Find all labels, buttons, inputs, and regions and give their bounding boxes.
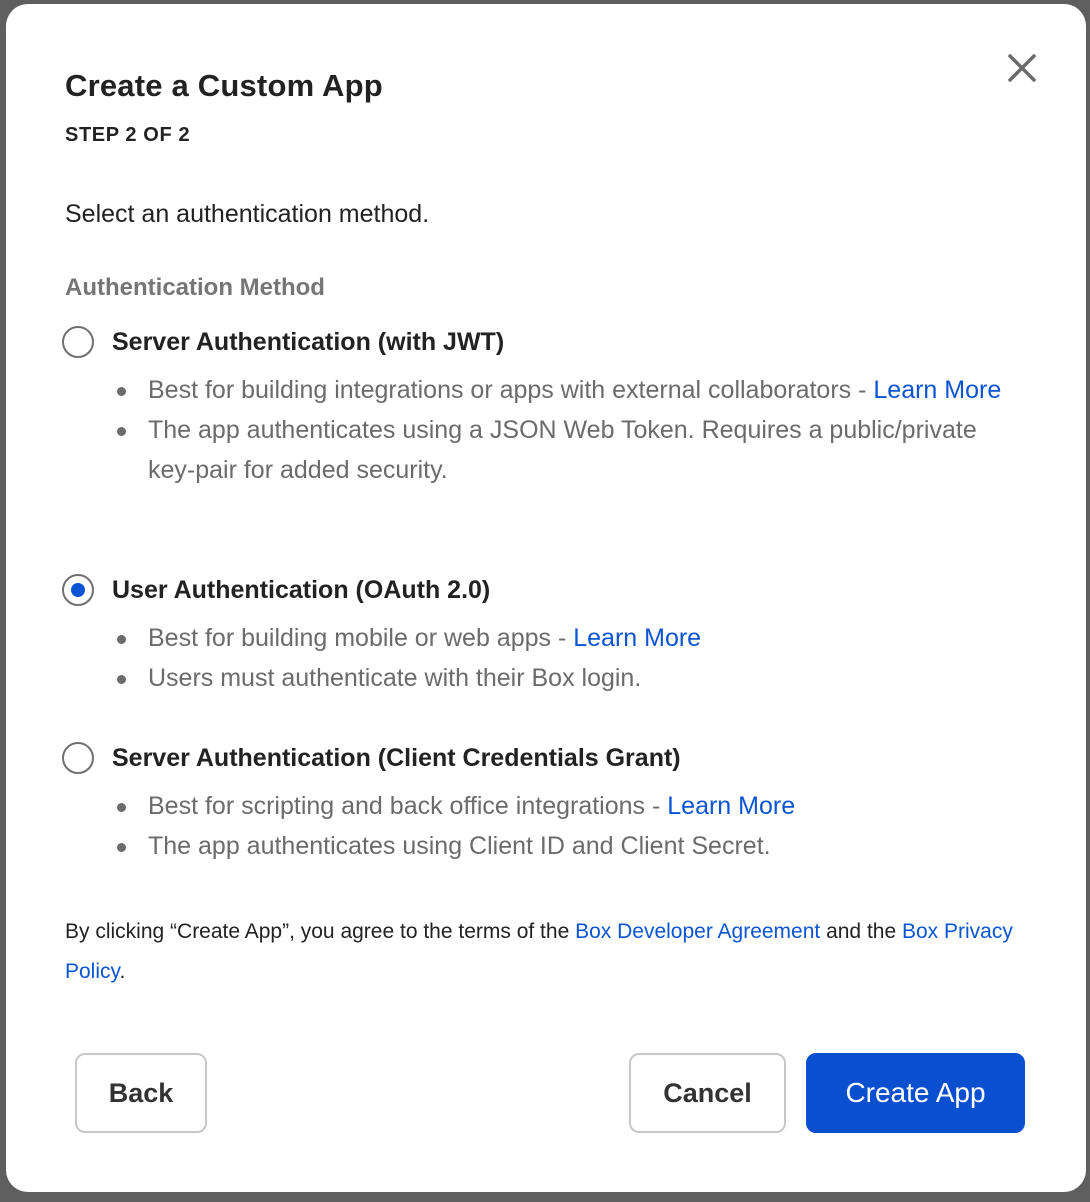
- close-button[interactable]: [1002, 48, 1042, 88]
- list-item: The app authenticates using Client ID an…: [112, 826, 1022, 866]
- instruction-text: Select an authentication method.: [65, 200, 429, 229]
- detail-text: Best for building mobile or web apps -: [148, 624, 573, 652]
- terms-text: By clicking “Create App”, you agree to t…: [65, 920, 575, 943]
- list-item: The app authenticates using a JSON Web T…: [112, 410, 1022, 490]
- option-details: Best for scripting and back office integ…: [112, 786, 1022, 866]
- learn-more-link-ccg[interactable]: Learn More: [667, 792, 795, 820]
- radio-button-ccg[interactable]: [62, 742, 94, 774]
- list-item: Best for building mobile or web apps - L…: [112, 618, 1022, 658]
- radio-option-jwt[interactable]: Server Authentication (with JWT): [62, 322, 1022, 362]
- option-user-auth-oauth: User Authentication (OAuth 2.0) Best for…: [62, 570, 1022, 698]
- developer-agreement-link[interactable]: Box Developer Agreement: [575, 920, 820, 943]
- list-item: Users must authenticate with their Box l…: [112, 658, 1022, 698]
- option-server-auth-jwt: Server Authentication (with JWT) Best fo…: [62, 322, 1022, 490]
- option-details: Best for building integrations or apps w…: [112, 370, 1022, 490]
- learn-more-link-jwt[interactable]: Learn More: [873, 376, 1001, 404]
- close-icon: [1002, 48, 1042, 88]
- option-title: Server Authentication (with JWT): [112, 328, 504, 357]
- terms-notice: By clicking “Create App”, you agree to t…: [65, 912, 1035, 992]
- terms-text: .: [119, 960, 125, 983]
- radio-button-jwt[interactable]: [62, 326, 94, 358]
- back-button[interactable]: Back: [75, 1053, 207, 1133]
- cancel-button[interactable]: Cancel: [629, 1053, 786, 1133]
- create-custom-app-dialog: Create a Custom App STEP 2 OF 2 Select a…: [6, 4, 1086, 1192]
- learn-more-link-oauth[interactable]: Learn More: [573, 624, 701, 652]
- option-details: Best for building mobile or web apps - L…: [112, 618, 1022, 698]
- list-item: Best for building integrations or apps w…: [112, 370, 1022, 410]
- option-title: User Authentication (OAuth 2.0): [112, 576, 490, 605]
- step-indicator: STEP 2 OF 2: [65, 124, 190, 147]
- radio-option-ccg[interactable]: Server Authentication (Client Credential…: [62, 738, 1022, 778]
- create-app-button[interactable]: Create App: [806, 1053, 1025, 1133]
- detail-text: Best for scripting and back office integ…: [148, 792, 667, 820]
- authentication-method-label: Authentication Method: [65, 274, 325, 302]
- dialog-title: Create a Custom App: [65, 68, 383, 104]
- detail-text: Best for building integrations or apps w…: [148, 376, 873, 404]
- terms-text: and the: [820, 920, 902, 943]
- radio-option-oauth[interactable]: User Authentication (OAuth 2.0): [62, 570, 1022, 610]
- option-server-auth-ccg: Server Authentication (Client Credential…: [62, 738, 1022, 866]
- radio-button-oauth[interactable]: [62, 574, 94, 606]
- list-item: Best for scripting and back office integ…: [112, 786, 1022, 826]
- option-title: Server Authentication (Client Credential…: [112, 744, 681, 773]
